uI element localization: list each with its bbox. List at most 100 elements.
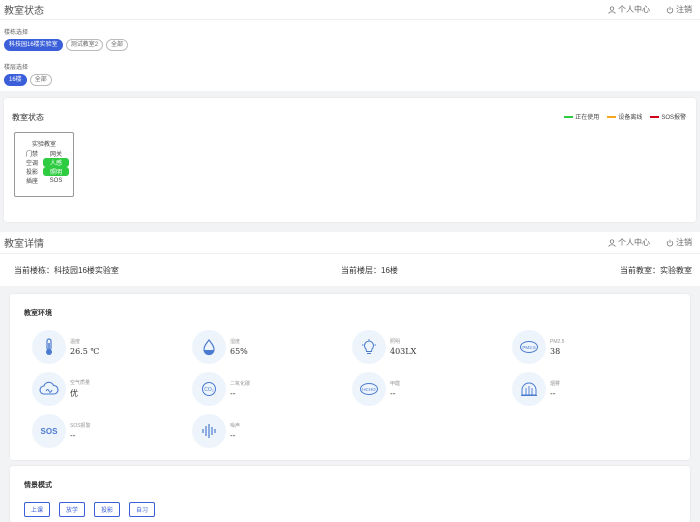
sensor-name: 温度 bbox=[70, 339, 81, 345]
scene-title: 情景模式 bbox=[24, 482, 52, 489]
legend-swatch-in-use bbox=[564, 115, 574, 118]
sensor-icon-wrap bbox=[352, 330, 386, 364]
floor-chip-all[interactable]: 全部 bbox=[29, 74, 52, 86]
scene-dismiss-button[interactable]: 放学 bbox=[59, 502, 86, 517]
power-icon bbox=[666, 6, 674, 13]
building-chips: 科技园16楼实验室 测试教室2 全部 bbox=[0, 39, 700, 51]
sensor-name: 湿度 bbox=[230, 339, 241, 345]
sensor-name: 噪声 bbox=[230, 423, 241, 429]
scene-panel: 情景模式 上课 放学 投影 自习 bbox=[10, 466, 690, 522]
co2-icon: CO₂ bbox=[202, 382, 216, 396]
logout-link[interactable]: 注销 bbox=[666, 4, 692, 15]
smoke-icon bbox=[521, 382, 537, 396]
current-building: 当前楼栋：科技园16楼实验室 bbox=[14, 265, 119, 275]
sensor-icon-wrap bbox=[192, 414, 226, 448]
legend-swatch-offline bbox=[607, 115, 617, 118]
profile-label: 个人中心 bbox=[618, 238, 650, 247]
sensor-name: 甲醛 bbox=[390, 381, 401, 387]
sensor-humidity: 湿度 65% bbox=[192, 330, 248, 364]
sos-icon: SOS bbox=[41, 427, 59, 436]
room-row: 空调 人感 bbox=[15, 158, 73, 167]
sensor-name: 烟雾 bbox=[550, 381, 561, 387]
profile-label: 个人中心 bbox=[618, 5, 650, 14]
room-row: 插座 SOS bbox=[26, 177, 63, 186]
floor-chips: 16楼 全部 bbox=[0, 74, 700, 86]
sensor-pm25: PM2.5 PM2.5 38 bbox=[512, 330, 564, 364]
floor-filter-label: 楼层选择 bbox=[4, 65, 29, 71]
sensor-value: 65% bbox=[230, 347, 248, 356]
sensor-icon-wrap: CO₂ bbox=[192, 372, 226, 406]
room-card[interactable]: 实验教室 门禁 网关 空调 人感 投影 照明 插座 SOS bbox=[14, 132, 74, 197]
sensor-name: 二氧化碳 bbox=[230, 381, 251, 387]
hcho-icon: HCHO bbox=[360, 383, 378, 395]
sensor-icon-wrap bbox=[512, 372, 546, 406]
sensor-value: -- bbox=[70, 431, 76, 440]
sensor-smoke: 烟雾 -- bbox=[512, 372, 560, 406]
power-icon bbox=[666, 239, 674, 246]
sensor-icon-wrap bbox=[32, 372, 66, 406]
top-header: 教室状态 个人中心 注销 bbox=[0, 0, 700, 20]
thermometer-icon bbox=[46, 338, 52, 355]
sensor-icon-wrap bbox=[192, 330, 226, 364]
water-drop-icon bbox=[203, 339, 215, 356]
legend-offline: 设备离线 bbox=[607, 112, 642, 121]
status-panel-title: 教室状态 bbox=[12, 113, 44, 122]
logout-label: 注销 bbox=[676, 238, 692, 247]
logout-label: 注销 bbox=[676, 5, 692, 14]
profile-link[interactable]: 个人中心 bbox=[608, 237, 650, 248]
pm25-glyph: PM2.5 bbox=[522, 345, 536, 350]
scene-projection-button[interactable]: 投影 bbox=[94, 502, 121, 517]
current-floor: 当前楼层：16楼 bbox=[341, 265, 398, 275]
detail-header: 教室详情 个人中心 注销 bbox=[0, 232, 700, 254]
cloud-icon bbox=[39, 381, 59, 395]
sensor-name: 空气质量 bbox=[70, 380, 91, 386]
room-name: 实验教室 bbox=[31, 142, 56, 148]
floor-chip-16[interactable]: 16楼 bbox=[4, 74, 27, 86]
current-room: 当前教室：实验教室 bbox=[620, 265, 692, 275]
sensor-value: 优 bbox=[70, 389, 78, 398]
pm25-icon: PM2.5 bbox=[520, 341, 538, 353]
scene-study-button[interactable]: 自习 bbox=[129, 502, 156, 517]
logout-link[interactable]: 注销 bbox=[666, 237, 692, 248]
sensor-value: -- bbox=[230, 389, 236, 398]
sensor-value: -- bbox=[550, 389, 556, 398]
sos-glyph: SOS bbox=[41, 427, 59, 436]
environment-title: 教室环境 bbox=[24, 310, 52, 317]
sensor-lighting: 照明 403LX bbox=[352, 330, 416, 364]
sensor-formaldehyde: HCHO 甲醛 -- bbox=[352, 372, 400, 406]
light-bulb-icon bbox=[362, 339, 376, 354]
scene-class-button[interactable]: 上课 bbox=[24, 502, 51, 517]
scene-buttons: 上课 放学 投影 自习 bbox=[24, 502, 156, 517]
building-filter-label: 楼栋选择 bbox=[4, 30, 29, 36]
status-legend: 正在使用 设备离线 SOS报警 bbox=[564, 112, 686, 121]
sensor-icon-wrap bbox=[32, 330, 66, 364]
building-chip-all[interactable]: 全部 bbox=[106, 39, 129, 51]
sensor-icon-wrap: SOS bbox=[32, 414, 66, 448]
building-chip-lab[interactable]: 科技园16楼实验室 bbox=[4, 39, 63, 51]
sensor-value: 403LX bbox=[390, 347, 417, 356]
sensor-name: SOS报警 bbox=[70, 423, 91, 429]
sensor-name: 照明 bbox=[390, 339, 401, 345]
room-row: 门禁 网关 bbox=[26, 152, 62, 158]
co2-glyph: CO₂ bbox=[204, 387, 214, 393]
sensor-icon-wrap: HCHO bbox=[352, 372, 386, 406]
sensor-value: 26.5 ℃ bbox=[70, 347, 100, 356]
sensor-value: -- bbox=[230, 431, 236, 440]
legend-swatch-sos bbox=[650, 115, 660, 118]
sensor-sos: SOS SOS报警 -- bbox=[32, 414, 91, 448]
sensor-temperature: 温度 26.5 ℃ bbox=[32, 330, 99, 364]
page-title: 教室状态 bbox=[4, 6, 44, 17]
noise-icon bbox=[202, 424, 216, 438]
detail-section: 教室详情 个人中心 注销 当前楼栋：科技园16楼实验室 当前楼层：16楼 当前教… bbox=[0, 232, 700, 286]
building-chip-test2[interactable]: 测试教室2 bbox=[65, 39, 104, 51]
profile-link[interactable]: 个人中心 bbox=[608, 4, 650, 15]
sensor-icon-wrap: PM2.5 bbox=[512, 330, 546, 364]
sensor-air-quality: 空气质量优 bbox=[32, 372, 90, 406]
legend-sos: SOS报警 bbox=[650, 112, 686, 121]
sensor-co2: CO₂ 二氧化碳 -- bbox=[192, 372, 250, 406]
hcho-glyph: HCHO bbox=[362, 387, 376, 392]
current-info: 当前楼栋：科技园16楼实验室 当前楼层：16楼 当前教室：实验教室 bbox=[0, 254, 700, 286]
user-icon bbox=[608, 238, 616, 247]
filter-section: 教室状态 个人中心 注销 楼栋选择 科技园16楼实验室 测试教室2 全部 楼层选… bbox=[0, 0, 700, 91]
legend-in-use: 正在使用 bbox=[564, 112, 599, 121]
